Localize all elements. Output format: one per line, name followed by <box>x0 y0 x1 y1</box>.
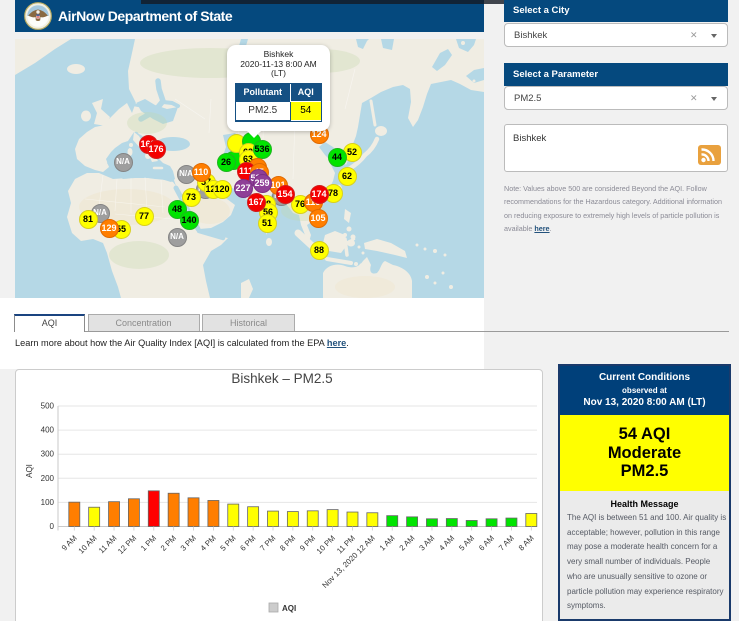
svg-text:400: 400 <box>41 426 55 435</box>
svg-text:100: 100 <box>41 498 55 507</box>
svg-text:10 PM: 10 PM <box>315 534 337 556</box>
svg-text:2 PM: 2 PM <box>159 534 178 553</box>
svg-text:3 AM: 3 AM <box>417 534 436 553</box>
svg-text:11 AM: 11 AM <box>97 534 119 556</box>
svg-text:6 AM: 6 AM <box>477 534 496 553</box>
svg-text:Bishkek – PM2.5: Bishkek – PM2.5 <box>231 371 332 386</box>
svg-text:300: 300 <box>41 450 55 459</box>
svg-text:12 PM: 12 PM <box>116 534 138 556</box>
svg-text:4 PM: 4 PM <box>199 534 218 553</box>
svg-text:10 AM: 10 AM <box>77 534 99 556</box>
svg-text:7 AM: 7 AM <box>497 534 516 553</box>
svg-text:8 AM: 8 AM <box>517 534 536 553</box>
svg-text:200: 200 <box>41 474 55 483</box>
svg-text:7 PM: 7 PM <box>258 534 277 553</box>
svg-text:5 PM: 5 PM <box>218 534 237 553</box>
svg-text:AQI: AQI <box>25 464 34 478</box>
svg-text:AQI: AQI <box>282 604 296 613</box>
svg-text:1 AM: 1 AM <box>378 534 397 553</box>
svg-text:8 PM: 8 PM <box>278 534 297 553</box>
svg-text:5 AM: 5 AM <box>457 534 476 553</box>
svg-text:0: 0 <box>50 522 55 531</box>
svg-text:3 PM: 3 PM <box>179 534 198 553</box>
svg-text:6 PM: 6 PM <box>238 534 257 553</box>
svg-text:1 PM: 1 PM <box>139 534 158 553</box>
svg-text:2 AM: 2 AM <box>398 534 417 553</box>
svg-text:500: 500 <box>41 402 55 411</box>
svg-text:4 AM: 4 AM <box>437 534 456 553</box>
